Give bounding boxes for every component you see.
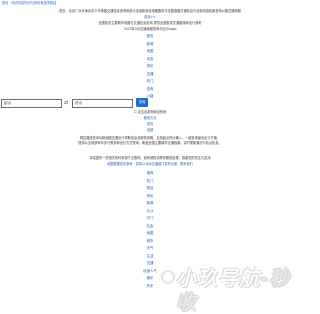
mid-link[interactable]: 首页 (0, 122, 300, 126)
nav-item[interactable]: 资讯 (0, 63, 300, 71)
nav-item[interactable]: 地图 (0, 230, 300, 238)
nav-item[interactable]: 天气 (0, 245, 300, 253)
nav-item[interactable]: 资讯 (0, 193, 300, 201)
logo-image-alt: 2023年2月交通地图查询与出行Logo (123, 27, 177, 31)
top-nav: 首页 新闻 地图 动态 资讯 交通 热门 查询 公路 (0, 33, 300, 101)
intro-text: 首页 - 北京广州天津北京义乌地图交通信息查询系统大全最新最全地图服务与全国道路… (59, 9, 241, 13)
locate-option-label: 定位出发地和目的地 (137, 110, 167, 114)
watermark-icon (161, 270, 175, 284)
nav-item[interactable]: 热门 (0, 78, 300, 86)
nav-item[interactable]: 查询 (0, 86, 300, 94)
nav-item[interactable]: 社会 (0, 223, 300, 231)
nav-item[interactable]: 长沙 (0, 208, 300, 216)
description-text: 全国各省主要城市地图与交通信息查询 提供全国各类交通路线和出行参考 (98, 21, 202, 25)
nav-item[interactable]: 精选 (0, 185, 300, 193)
mid-link[interactable]: 全部 (0, 128, 300, 132)
nav-item[interactable]: 推荐 (0, 170, 300, 178)
from-input[interactable] (1, 99, 62, 108)
swap-arrow-icon[interactable]: ⇄ (64, 101, 68, 106)
watermark-brand-text: 小玖导航 (176, 266, 260, 290)
mid-link[interactable]: 使用方法 (0, 116, 300, 120)
nav-item[interactable]: 交通 (0, 71, 300, 79)
paragraph: 提供公交地铁驾车步行等多种出行方式查询，覆盖全国主要城市交通线路，实时更新路况与… (78, 141, 222, 145)
nav-item[interactable]: 城市 (0, 238, 300, 246)
nav-item[interactable]: 首页 (0, 33, 300, 41)
nav-item[interactable]: 新闻 (0, 200, 300, 208)
locate-option[interactable]: ☑ 定位出发地和目的地 (0, 110, 300, 114)
nav-item[interactable]: 热门 (0, 178, 300, 186)
nav-item[interactable]: 动态 (0, 56, 300, 64)
paragraph: 周边路线查询功能地图交通出行帮助信息及服务说明，支持起点终点输入，一键查询最优出… (79, 136, 221, 140)
watermark-brand: 小玖导航-秒收 (176, 266, 300, 314)
nav-item[interactable]: 冷门 (0, 215, 300, 223)
nav-item[interactable]: 地图 (0, 48, 300, 56)
checkbox-icon[interactable]: ☑ (134, 110, 137, 114)
nav-item[interactable]: 生活 (0, 253, 300, 261)
search-button[interactable]: 查询 (136, 98, 148, 107)
home-label[interactable]: 首页>> (0, 15, 300, 19)
notice-text: 本站提供一些相关资料来源于互联网，如有侵权请联系删除处理，感谢您的关注与支持 (89, 156, 211, 160)
disclaimer-text[interactable]: 地图数据仅供参考 · 实际以当地交通部门发布为准 · 联系我们 (0, 162, 300, 166)
top-link[interactable]: 首页 - 知识问答知识与资讯有品学网站 (2, 1, 56, 5)
nav-item[interactable]: 新闻 (0, 41, 300, 49)
to-input[interactable] (72, 99, 133, 108)
